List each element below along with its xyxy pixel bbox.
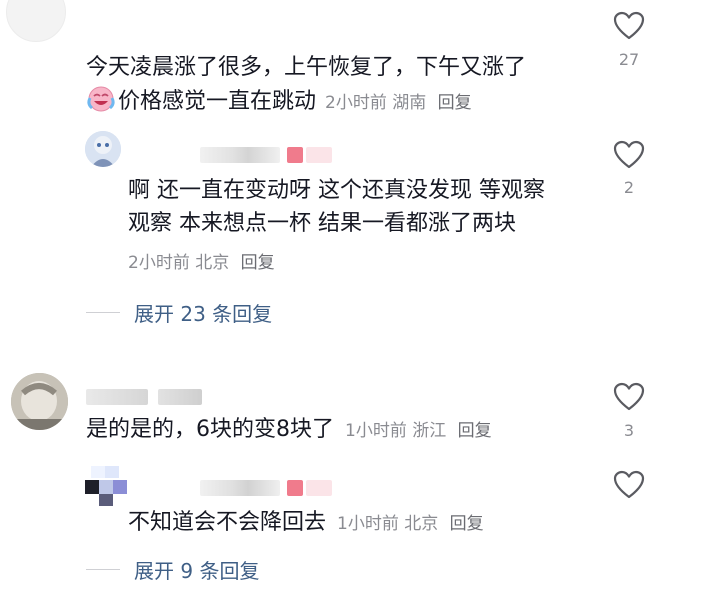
expand-replies-button[interactable]: 展开 9 条回复	[86, 555, 259, 584]
badge-blurred	[287, 480, 303, 496]
badge-blurred	[306, 480, 332, 496]
like-heart-icon[interactable]	[613, 140, 645, 170]
avatar[interactable]	[6, 0, 66, 42]
avatar[interactable]	[11, 373, 68, 430]
like-heart-icon[interactable]	[613, 382, 645, 412]
comment-location: 浙江	[412, 421, 447, 441]
reply-text: 不知道会不会降回去 1小时前 北京 回复	[128, 510, 484, 535]
like-heart-icon[interactable]	[613, 11, 645, 41]
comment-time: 2小时前	[325, 93, 387, 113]
reply-text: 啊 还一直在变动呀 这个还真没发现 等观察 观察 本来想点一杯 结果一看都涨了两…	[128, 178, 545, 236]
comment-location: 北京	[404, 514, 439, 534]
comment-time: 2小时前	[128, 253, 190, 273]
comment-location: 湖南	[392, 93, 427, 113]
divider-line	[86, 569, 120, 570]
avatar[interactable]	[85, 131, 121, 167]
badge-blurred	[287, 147, 303, 163]
reply-button[interactable]: 回复	[438, 93, 472, 113]
username-blurred	[158, 389, 202, 405]
comment-location: 北京	[195, 253, 230, 273]
comment-time: 1小时前	[345, 421, 407, 441]
crying-laugh-emoji-icon	[86, 84, 116, 114]
like-count: 27	[618, 50, 640, 69]
comment-text: 是的是的，6块的变8块了 1小时前 浙江 回复	[86, 417, 492, 442]
reply-button[interactable]: 回复	[241, 253, 275, 273]
avatar[interactable]	[85, 466, 131, 506]
like-count: 2	[623, 178, 635, 197]
username-blurred	[200, 147, 280, 163]
reply-button[interactable]: 回复	[458, 421, 492, 441]
reply-button[interactable]: 回复	[450, 514, 484, 534]
username-blurred	[86, 389, 148, 405]
expand-replies-button[interactable]: 展开 23 条回复	[86, 298, 272, 327]
divider-line	[86, 312, 120, 313]
badge-blurred	[306, 147, 332, 163]
like-count: 3	[623, 421, 635, 440]
comment-text: 今天凌晨涨了很多，上午恢复了，下午又涨了 价格感觉一直在跳动 2小时前 湖南 回…	[86, 55, 527, 114]
like-heart-icon[interactable]	[613, 470, 645, 500]
comment-time: 1小时前	[337, 514, 399, 534]
username-blurred	[200, 480, 280, 496]
